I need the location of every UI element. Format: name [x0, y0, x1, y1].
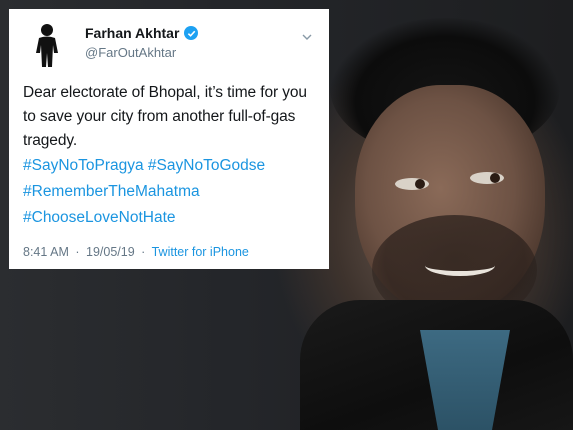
tweet-time: 8:41 AM: [23, 245, 69, 259]
chevron-down-icon[interactable]: [301, 31, 313, 43]
meta-separator: ·: [75, 245, 80, 259]
tweet-source[interactable]: Twitter for iPhone: [152, 245, 249, 259]
verified-badge-icon: [184, 26, 199, 40]
photo-eye-right: [470, 172, 504, 184]
hashtag-list: #SayNoToPragya #SayNoToGodse #RememberTh…: [23, 153, 315, 231]
tweet-meta: 8:41 AM · 19/05/19 · Twitter for iPhone: [23, 245, 315, 259]
display-name[interactable]: Farhan Akhtar: [85, 25, 179, 41]
tweet-text: Dear electorate of Bhopal, it’s time for…: [23, 84, 307, 149]
tweet-date[interactable]: 19/05/19: [86, 245, 135, 259]
photo-eye-left: [395, 178, 429, 190]
name-row: Farhan Akhtar: [85, 25, 199, 41]
hashtag-line[interactable]: #ChooseLoveNotHate: [23, 205, 315, 231]
avatar[interactable]: [29, 23, 65, 67]
meta-separator: ·: [141, 245, 146, 259]
tweet-card: Farhan Akhtar @FarOutAkhtar Dear elector…: [9, 9, 329, 269]
hashtag-line[interactable]: #SayNoToPragya #SayNoToGodse: [23, 153, 315, 179]
user-handle[interactable]: @FarOutAkhtar: [85, 45, 176, 60]
photo-smile: [425, 255, 495, 276]
hashtag-line[interactable]: #RememberTheMahatma: [23, 179, 315, 205]
tweet-header: Farhan Akhtar @FarOutAkhtar: [23, 23, 315, 67]
